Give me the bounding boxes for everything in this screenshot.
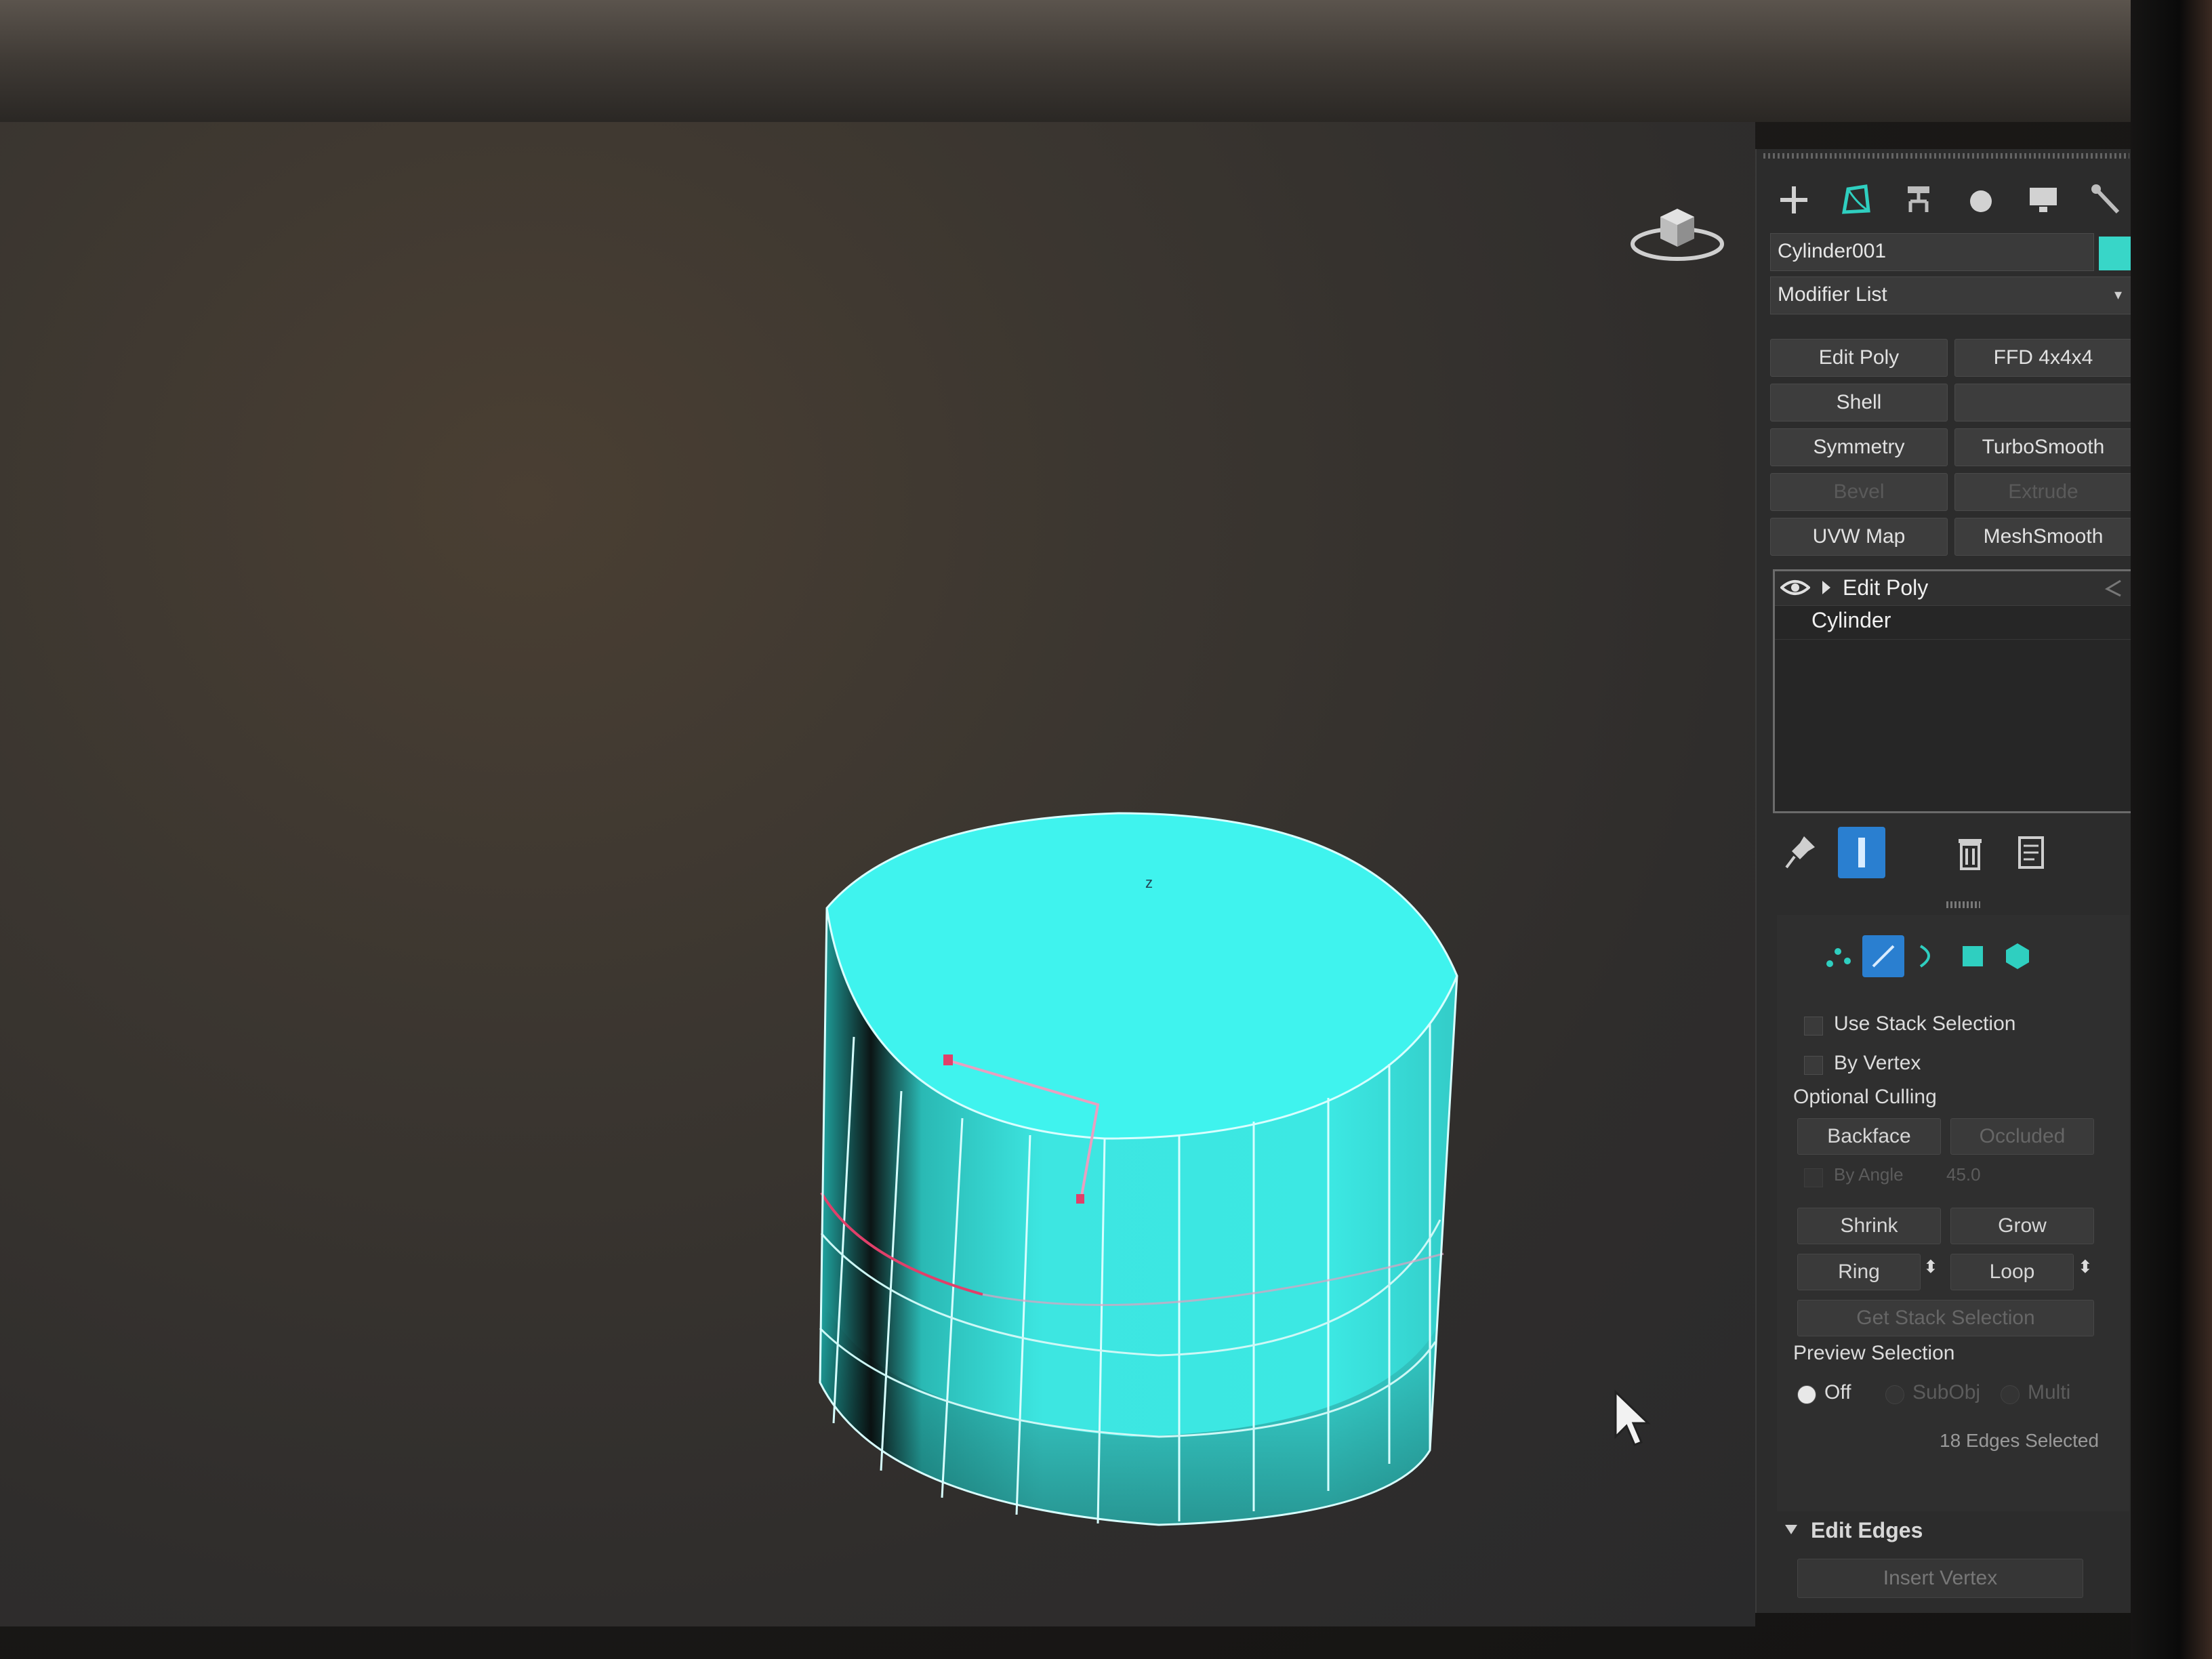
lightbulb-icon[interactable] <box>2103 578 2123 598</box>
hierarchy-tab[interactable] <box>1895 180 1942 220</box>
ring-spinner-icon[interactable]: ⬍ <box>1923 1256 1938 1277</box>
meshsmooth-button[interactable]: MeshSmooth <box>1954 518 2132 556</box>
pin-stack-button[interactable] <box>1777 827 1824 878</box>
stack-item-label: Edit Poly <box>1843 575 1929 600</box>
by-angle-label: By Angle <box>1834 1164 1904 1185</box>
polygon-icon <box>1963 946 1983 966</box>
object-color-swatch[interactable] <box>2098 236 2133 271</box>
command-panel-tabs <box>1770 176 2129 224</box>
symmetry-button[interactable]: Symmetry <box>1770 428 1948 466</box>
extrude-button: Extrude <box>1954 473 2132 511</box>
loop-spinner-icon[interactable]: ⬍ <box>2078 1256 2093 1277</box>
trash-icon <box>1959 839 1982 870</box>
ring-button[interactable]: Ring <box>1797 1254 1921 1290</box>
collapse-arrow-icon <box>1785 1525 1797 1534</box>
show-end-result-button[interactable] <box>1838 827 1885 878</box>
shell-button[interactable]: Shell <box>1770 384 1948 422</box>
mouse-cursor-icon <box>1614 1389 1651 1446</box>
element-icon <box>2006 943 2029 969</box>
show-end-result-icon <box>1858 838 1865 867</box>
preview-subobj-radio[interactable] <box>1885 1385 1904 1404</box>
preview-multi-label: Multi <box>2028 1381 2071 1404</box>
chevron-down-icon: ▾ <box>2114 286 2122 303</box>
command-panel: Cylinder001 Modifier List ▾ Edit Poly FF… <box>1755 149 2136 1613</box>
preview-off-radio[interactable] <box>1797 1385 1816 1404</box>
element-level-button[interactable] <box>1996 935 2039 977</box>
preview-multi-radio[interactable] <box>2001 1385 2020 1404</box>
stack-toolbar <box>1777 827 2129 881</box>
edit-poly-button[interactable]: Edit Poly <box>1770 339 1948 377</box>
backface-button[interactable]: Backface <box>1797 1118 1941 1155</box>
modifier-list-dropdown[interactable]: Modifier List ▾ <box>1770 276 2132 314</box>
by-vertex-checkbox[interactable] <box>1804 1056 1823 1075</box>
cylinder-mesh[interactable]: z <box>779 786 1559 1613</box>
remove-modifier-button[interactable] <box>1946 827 1994 878</box>
svg-text:z: z <box>1145 874 1153 891</box>
stack-item-edit-poly[interactable]: Edit Poly <box>1775 571 2133 606</box>
vertex-level-button[interactable] <box>1818 935 1860 977</box>
stack-item-label: Cylinder <box>1811 608 1891 632</box>
by-angle-value[interactable]: 45.0 <box>1946 1164 1981 1185</box>
preview-selection-label: Preview Selection <box>1793 1342 1955 1364</box>
preview-off-label: Off <box>1824 1381 1851 1404</box>
border-level-button[interactable] <box>1907 935 1949 977</box>
display-tab[interactable] <box>2020 180 2067 220</box>
create-icon <box>1780 186 1807 213</box>
perspective-viewport[interactable]: z <box>0 122 1755 1626</box>
insert-vertex-button[interactable]: Insert Vertex <box>1797 1559 2083 1598</box>
monitor-bezel <box>2131 0 2212 1659</box>
occluded-button[interactable]: Occluded <box>1950 1118 2094 1155</box>
utilities-tab[interactable] <box>2082 180 2129 220</box>
utilities-icon <box>2091 184 2120 214</box>
configure-modifier-sets-button[interactable] <box>2007 827 2055 878</box>
expand-arrow-icon[interactable] <box>1820 579 1833 596</box>
selection-status-text: 18 Edges Selected <box>1940 1430 2100 1451</box>
object-name-field[interactable]: Cylinder001 <box>1770 233 2094 271</box>
pin-icon <box>1785 836 1815 869</box>
edge-icon <box>1872 945 1895 968</box>
subobject-levels <box>1818 935 2041 983</box>
polygon-level-button[interactable] <box>1952 935 1994 977</box>
hierarchy-icon <box>1908 186 1929 212</box>
modify-icon <box>1841 184 1870 214</box>
bevel-button: Bevel <box>1770 473 1948 511</box>
display-icon <box>2030 188 2057 212</box>
disabled-modifier-button <box>1954 384 2132 422</box>
modify-tab[interactable] <box>1832 180 1880 220</box>
create-tab[interactable] <box>1770 180 1818 220</box>
motion-icon <box>1970 190 1992 212</box>
monitor-top-band <box>0 0 2142 122</box>
motion-tab[interactable] <box>1957 180 2005 220</box>
rollout-divider-grip[interactable] <box>1946 901 1980 908</box>
vertex-icon <box>1826 948 1851 967</box>
ffd-button[interactable]: FFD 4x4x4 <box>1954 339 2132 377</box>
use-stack-selection-label: Use Stack Selection <box>1834 1012 2016 1035</box>
turbosmooth-button[interactable]: TurboSmooth <box>1954 428 2132 466</box>
panel-grip[interactable] <box>1763 153 2129 159</box>
edit-edges-rollout-header[interactable]: Edit Edges <box>1777 1511 2129 1552</box>
border-icon <box>1919 945 1930 968</box>
optional-culling-label: Optional Culling <box>1793 1086 1937 1108</box>
stack-item-cylinder[interactable]: Cylinder <box>1775 605 2133 640</box>
selection-rollout: Use Stack Selection By Vertex Optional C… <box>1777 915 2129 1511</box>
edge-level-button[interactable] <box>1862 935 1904 977</box>
modifier-list-label: Modifier List <box>1778 283 1887 306</box>
viewcube-icon[interactable] <box>1626 190 1728 271</box>
modifier-stack: Edit Poly Cylinder <box>1773 569 2135 813</box>
by-vertex-label: By Vertex <box>1834 1052 1921 1074</box>
use-stack-selection-checkbox[interactable] <box>1804 1017 1823 1036</box>
get-stack-selection-button[interactable]: Get Stack Selection <box>1797 1300 2094 1336</box>
edit-edges-title: Edit Edges <box>1811 1518 1923 1542</box>
uvw-map-button[interactable]: UVW Map <box>1770 518 1948 556</box>
preview-subobj-label: SubObj <box>1912 1381 1981 1404</box>
by-angle-checkbox[interactable] <box>1804 1168 1823 1187</box>
grow-button[interactable]: Grow <box>1950 1208 2094 1244</box>
eye-icon[interactable] <box>1780 575 1810 600</box>
configure-icon <box>2018 836 2044 869</box>
shrink-button[interactable]: Shrink <box>1797 1208 1941 1244</box>
loop-button[interactable]: Loop <box>1950 1254 2074 1290</box>
